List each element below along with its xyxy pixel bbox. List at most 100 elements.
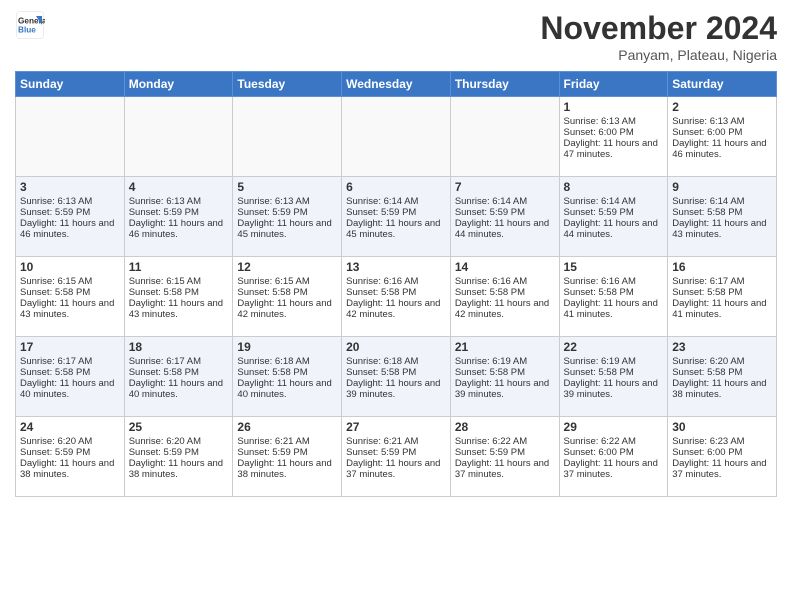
title-area: November 2024 Panyam, Plateau, Nigeria <box>540 10 777 63</box>
sunrise-text: Sunrise: 6:20 AM <box>20 436 120 447</box>
sunrise-text: Sunrise: 6:20 AM <box>129 436 229 447</box>
day-number: 13 <box>346 260 446 274</box>
daylight-text: Daylight: 11 hours and 37 minutes. <box>672 458 772 480</box>
sunset-text: Sunset: 5:59 PM <box>237 447 337 458</box>
sunset-text: Sunset: 5:59 PM <box>20 207 120 218</box>
sunset-text: Sunset: 5:59 PM <box>129 207 229 218</box>
header-saturday: Saturday <box>668 72 777 97</box>
sunset-text: Sunset: 6:00 PM <box>672 447 772 458</box>
calendar-cell: 25Sunrise: 6:20 AMSunset: 5:59 PMDayligh… <box>124 417 233 497</box>
daylight-text: Daylight: 11 hours and 40 minutes. <box>237 378 337 400</box>
calendar-cell: 15Sunrise: 6:16 AMSunset: 5:58 PMDayligh… <box>559 257 668 337</box>
daylight-text: Daylight: 11 hours and 38 minutes. <box>672 378 772 400</box>
daylight-text: Daylight: 11 hours and 40 minutes. <box>129 378 229 400</box>
sunset-text: Sunset: 5:58 PM <box>237 367 337 378</box>
day-number: 10 <box>20 260 120 274</box>
calendar-cell: 8Sunrise: 6:14 AMSunset: 5:59 PMDaylight… <box>559 177 668 257</box>
sunset-text: Sunset: 5:58 PM <box>129 367 229 378</box>
daylight-text: Daylight: 11 hours and 45 minutes. <box>237 218 337 240</box>
daylight-text: Daylight: 11 hours and 42 minutes. <box>346 298 446 320</box>
calendar-body: 1Sunrise: 6:13 AMSunset: 6:00 PMDaylight… <box>16 97 777 497</box>
daylight-text: Daylight: 11 hours and 41 minutes. <box>564 298 664 320</box>
sunrise-text: Sunrise: 6:18 AM <box>346 356 446 367</box>
day-number: 15 <box>564 260 664 274</box>
sunset-text: Sunset: 5:58 PM <box>564 287 664 298</box>
daylight-text: Daylight: 11 hours and 39 minutes. <box>455 378 555 400</box>
sunrise-text: Sunrise: 6:21 AM <box>346 436 446 447</box>
daylight-text: Daylight: 11 hours and 41 minutes. <box>672 298 772 320</box>
calendar-cell: 2Sunrise: 6:13 AMSunset: 6:00 PMDaylight… <box>668 97 777 177</box>
calendar-cell: 5Sunrise: 6:13 AMSunset: 5:59 PMDaylight… <box>233 177 342 257</box>
sunrise-text: Sunrise: 6:16 AM <box>455 276 555 287</box>
logo: General Blue <box>15 10 45 40</box>
sunrise-text: Sunrise: 6:14 AM <box>346 196 446 207</box>
calendar-cell: 7Sunrise: 6:14 AMSunset: 5:59 PMDaylight… <box>450 177 559 257</box>
calendar-week-4: 17Sunrise: 6:17 AMSunset: 5:58 PMDayligh… <box>16 337 777 417</box>
calendar-cell: 20Sunrise: 6:18 AMSunset: 5:58 PMDayligh… <box>342 337 451 417</box>
sunrise-text: Sunrise: 6:17 AM <box>129 356 229 367</box>
calendar-cell: 13 Sunrise: 6:16 AMSunset: 5:58 PMDayligh… <box>342 257 451 337</box>
daylight-text: Daylight: 11 hours and 43 minutes. <box>20 298 120 320</box>
header-row: Sunday Monday Tuesday Wednesday Thursday… <box>16 72 777 97</box>
day-number: 28 <box>455 420 555 434</box>
sunrise-text: Sunrise: 6:16 AM <box>346 276 446 287</box>
sunrise-text: Sunrise: 6:13 AM <box>672 116 772 127</box>
sunset-text: Sunset: 6:00 PM <box>564 447 664 458</box>
calendar-cell: 1Sunrise: 6:13 AMSunset: 6:00 PMDaylight… <box>559 97 668 177</box>
sunset-text: Sunset: 5:58 PM <box>346 287 446 298</box>
day-number: 26 <box>237 420 337 434</box>
calendar-cell <box>450 97 559 177</box>
sunset-text: Sunset: 5:58 PM <box>672 367 772 378</box>
sunset-text: Sunset: 5:58 PM <box>455 367 555 378</box>
daylight-text: Daylight: 11 hours and 38 minutes. <box>20 458 120 480</box>
svg-text:Blue: Blue <box>18 26 36 35</box>
daylight-text: Daylight: 11 hours and 38 minutes. <box>237 458 337 480</box>
day-number: 4 <box>129 180 229 194</box>
day-number: 16 <box>672 260 772 274</box>
sunrise-text: Sunrise: 6:22 AM <box>455 436 555 447</box>
header-wednesday: Wednesday <box>342 72 451 97</box>
daylight-text: Daylight: 11 hours and 47 minutes. <box>564 138 664 160</box>
calendar-cell: 14Sunrise: 6:16 AMSunset: 5:58 PMDayligh… <box>450 257 559 337</box>
sunset-text: Sunset: 5:58 PM <box>129 287 229 298</box>
header-thursday: Thursday <box>450 72 559 97</box>
daylight-text: Daylight: 11 hours and 46 minutes. <box>20 218 120 240</box>
calendar-cell: 22Sunrise: 6:19 AMSunset: 5:58 PMDayligh… <box>559 337 668 417</box>
daylight-text: Daylight: 11 hours and 42 minutes. <box>455 298 555 320</box>
calendar-cell: 29Sunrise: 6:22 AMSunset: 6:00 PMDayligh… <box>559 417 668 497</box>
sunrise-text: Sunrise: 6:15 AM <box>129 276 229 287</box>
daylight-text: Daylight: 11 hours and 43 minutes. <box>672 218 772 240</box>
sunset-text: Sunset: 5:58 PM <box>672 207 772 218</box>
sunset-text: Sunset: 5:58 PM <box>564 367 664 378</box>
sunset-text: Sunset: 5:58 PM <box>455 287 555 298</box>
sunset-text: Sunset: 5:58 PM <box>346 367 446 378</box>
daylight-text: Daylight: 11 hours and 38 minutes. <box>129 458 229 480</box>
day-number: 29 <box>564 420 664 434</box>
calendar-week-1: 1Sunrise: 6:13 AMSunset: 6:00 PMDaylight… <box>16 97 777 177</box>
day-number: 22 <box>564 340 664 354</box>
sunrise-text: Sunrise: 6:13 AM <box>129 196 229 207</box>
calendar-cell: 12Sunrise: 6:15 AMSunset: 5:58 PMDayligh… <box>233 257 342 337</box>
sunrise-text: Sunrise: 6:14 AM <box>564 196 664 207</box>
daylight-text: Daylight: 11 hours and 44 minutes. <box>455 218 555 240</box>
sunrise-text: Sunrise: 6:17 AM <box>672 276 772 287</box>
sunrise-text: Sunrise: 6:21 AM <box>237 436 337 447</box>
calendar-cell: 9Sunrise: 6:14 AMSunset: 5:58 PMDaylight… <box>668 177 777 257</box>
day-number: 18 <box>129 340 229 354</box>
day-number: 12 <box>237 260 337 274</box>
calendar-cell: 24Sunrise: 6:20 AMSunset: 5:59 PMDayligh… <box>16 417 125 497</box>
calendar-cell: 30Sunrise: 6:23 AMSunset: 6:00 PMDayligh… <box>668 417 777 497</box>
calendar-cell: 26 Sunrise: 6:21 AMSunset: 5:59 PMDayligh… <box>233 417 342 497</box>
sunset-text: Sunset: 5:58 PM <box>672 287 772 298</box>
day-number: 25 <box>129 420 229 434</box>
day-number: 3 <box>20 180 120 194</box>
calendar-cell <box>124 97 233 177</box>
daylight-text: Daylight: 11 hours and 44 minutes. <box>564 218 664 240</box>
calendar-table: Sunday Monday Tuesday Wednesday Thursday… <box>15 71 777 497</box>
sunset-text: Sunset: 5:59 PM <box>346 447 446 458</box>
header-friday: Friday <box>559 72 668 97</box>
calendar-cell: 21Sunrise: 6:19 AMSunset: 5:58 PMDayligh… <box>450 337 559 417</box>
sunrise-text: Sunrise: 6:18 AM <box>237 356 337 367</box>
daylight-text: Daylight: 11 hours and 39 minutes. <box>564 378 664 400</box>
page-container: General Blue November 2024 Panyam, Plate… <box>0 0 792 507</box>
